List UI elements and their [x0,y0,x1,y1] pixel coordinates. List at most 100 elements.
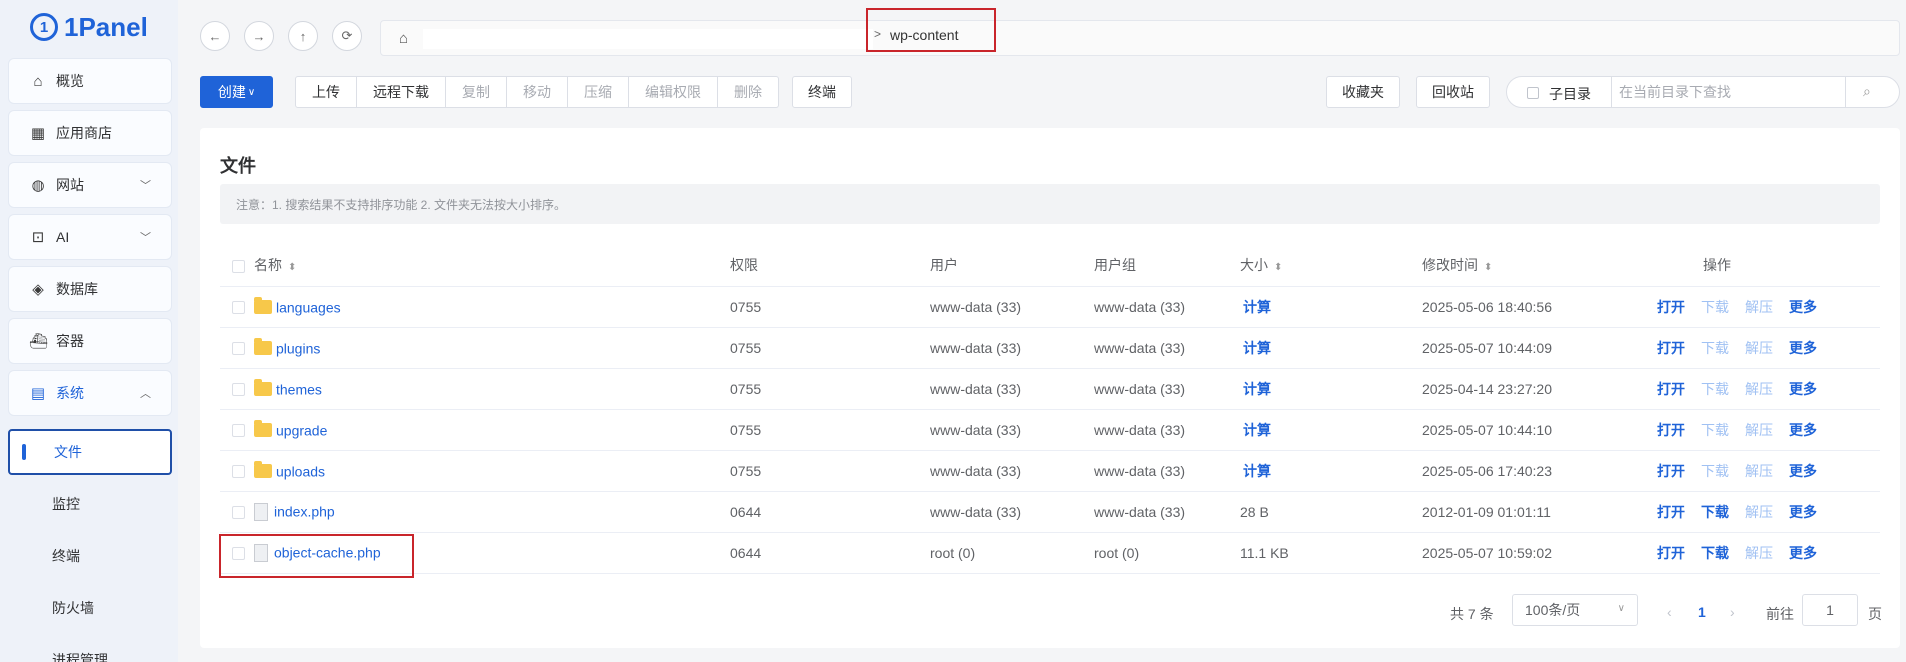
prev-page-button[interactable]: ‹ [1667,604,1672,620]
row-checkbox[interactable] [232,301,245,315]
file-name-link[interactable]: themes [276,381,322,397]
select-all-checkbox[interactable] [232,260,245,274]
download-action[interactable]: 下载 [1701,463,1729,479]
more-action[interactable]: 更多 [1789,504,1817,520]
download-action[interactable]: 下载 [1701,422,1729,438]
row-checkbox[interactable] [232,342,245,356]
download-action[interactable]: 下载 [1701,545,1729,561]
extract-action[interactable]: 解压 [1745,381,1773,397]
sidebar-subitem-monitor[interactable]: 监控 [8,481,172,527]
remote-download-button[interactable]: 远程下载 [357,76,446,108]
more-action[interactable]: 更多 [1789,463,1817,479]
sidebar-subitem-processes[interactable]: 进程管理 [8,637,172,662]
page-number-current[interactable]: 1 [1698,604,1706,620]
sidebar-item-containers[interactable]: ⛴ 容器 [8,318,172,364]
sidebar-item-websites[interactable]: ◍ 网站 ﹀ [8,162,172,208]
open-action[interactable]: 打开 [1657,422,1685,438]
sidebar-subitem-files[interactable]: 文件 [8,429,172,475]
calculate-size-link[interactable]: 计算 [1243,381,1271,397]
open-action[interactable]: 打开 [1657,504,1685,520]
file-name-link[interactable]: upgrade [276,422,327,438]
open-action[interactable]: 打开 [1657,463,1685,479]
refresh-button[interactable]: ⟳ [332,21,362,51]
search-input[interactable] [1619,81,1839,103]
download-action[interactable]: 下载 [1701,381,1729,397]
calculate-size-link[interactable]: 计算 [1243,299,1271,315]
sidebar-item-app-store[interactable]: ▦ 应用商店 [8,110,172,156]
home-icon[interactable]: ⌂ [399,30,408,47]
compress-button[interactable]: 压缩 [568,76,629,108]
row-checkbox[interactable] [232,465,245,479]
goto-page-input[interactable] [1802,594,1858,626]
row-checkbox[interactable] [232,383,245,397]
table-row[interactable]: uploads 0755 www-data (33) www-data (33) 计算 2… [220,450,1880,492]
open-action[interactable]: 打开 [1657,381,1685,397]
column-header-mtime[interactable]: 修改时间 ⬍ [1422,245,1655,287]
table-row[interactable]: upgrade 0755 www-data (33) www-data (33) 计算 2… [220,409,1880,451]
subdir-checkbox[interactable] [1527,87,1539,99]
extract-action[interactable]: 解压 [1745,545,1773,561]
user-cell: www-data (33) [930,450,1094,492]
favorites-button[interactable]: 收藏夹 [1326,76,1400,108]
file-name-link[interactable]: index.php [274,504,335,520]
forward-button[interactable]: → [244,21,274,51]
more-action[interactable]: 更多 [1789,422,1817,438]
row-checkbox[interactable] [232,506,245,520]
page-size-select[interactable]: 100条/页 ∨ [1512,594,1638,626]
next-page-button[interactable]: › [1730,604,1735,620]
calculate-size-link[interactable]: 计算 [1243,422,1271,438]
edit-permissions-button[interactable]: 编辑权限 [629,76,718,108]
table-row[interactable]: plugins 0755 www-data (33) www-data (33) 计算 2… [220,327,1880,369]
page-title: 文件 [220,156,256,176]
open-action[interactable]: 打开 [1657,299,1685,315]
open-action[interactable]: 打开 [1657,545,1685,561]
file-name-link[interactable]: languages [276,299,341,315]
sidebar-item-database[interactable]: ◈ 数据库 [8,266,172,312]
terminal-button[interactable]: 终端 [792,76,852,108]
table-row[interactable]: object-cache.php 0644 root (0) root (0) 11.1… [220,532,1880,574]
calculate-size-link[interactable]: 计算 [1243,463,1271,479]
sidebar-item-ai[interactable]: ⊡ AI ﹀ [8,214,172,260]
more-action[interactable]: 更多 [1789,381,1817,397]
subdir-label[interactable]: 子目录 [1549,84,1591,104]
sidebar-item-system[interactable]: ▤ 系统 ︿ [8,370,172,416]
upload-button[interactable]: 上传 [295,76,357,108]
download-action[interactable]: 下载 [1701,340,1729,356]
more-action[interactable]: 更多 [1789,545,1817,561]
extract-action[interactable]: 解压 [1745,299,1773,315]
path-bar[interactable]: ⌂ [380,20,1900,56]
app-logo[interactable]: 1 1Panel [30,10,148,44]
download-action[interactable]: 下载 [1701,504,1729,520]
file-name-link[interactable]: uploads [276,463,325,479]
back-button[interactable]: ← [200,21,230,51]
search-icon[interactable]: ⌕ [1863,83,1871,100]
table-row[interactable]: themes 0755 www-data (33) www-data (33) 计算 20… [220,368,1880,410]
create-button[interactable]: 创建 ∨ [200,76,273,108]
column-header-size[interactable]: 大小 ⬍ [1240,245,1422,287]
download-action[interactable]: 下载 [1701,299,1729,315]
open-action[interactable]: 打开 [1657,340,1685,356]
file-name-link[interactable]: plugins [276,340,320,356]
column-header-name[interactable]: 名称 ⬍ [254,245,730,287]
more-action[interactable]: 更多 [1789,299,1817,315]
calculate-size-link[interactable]: 计算 [1243,340,1271,356]
sidebar-item-overview[interactable]: ⌂ 概览 [8,58,172,104]
row-checkbox[interactable] [232,424,245,438]
table-row[interactable]: languages 0755 www-data (33) www-data (33) 计… [220,286,1880,328]
sidebar-subitem-terminal[interactable]: 终端 [8,533,172,579]
sidebar-subitem-label: 防火墙 [52,600,94,616]
copy-button[interactable]: 复制 [446,76,507,108]
sidebar-subitem-firewall[interactable]: 防火墙 [8,585,172,631]
up-button[interactable]: ↑ [288,21,318,51]
file-name-cell: uploads [254,450,730,492]
recycle-bin-button[interactable]: 回收站 [1416,76,1490,108]
path-segment-current[interactable]: wp-content [890,27,958,43]
extract-action[interactable]: 解压 [1745,422,1773,438]
delete-button[interactable]: 删除 [718,76,779,108]
move-button[interactable]: 移动 [507,76,568,108]
extract-action[interactable]: 解压 [1745,504,1773,520]
extract-action[interactable]: 解压 [1745,463,1773,479]
more-action[interactable]: 更多 [1789,340,1817,356]
table-row[interactable]: index.php 0644 www-data (33) www-data (33) 2… [220,491,1880,533]
extract-action[interactable]: 解压 [1745,340,1773,356]
